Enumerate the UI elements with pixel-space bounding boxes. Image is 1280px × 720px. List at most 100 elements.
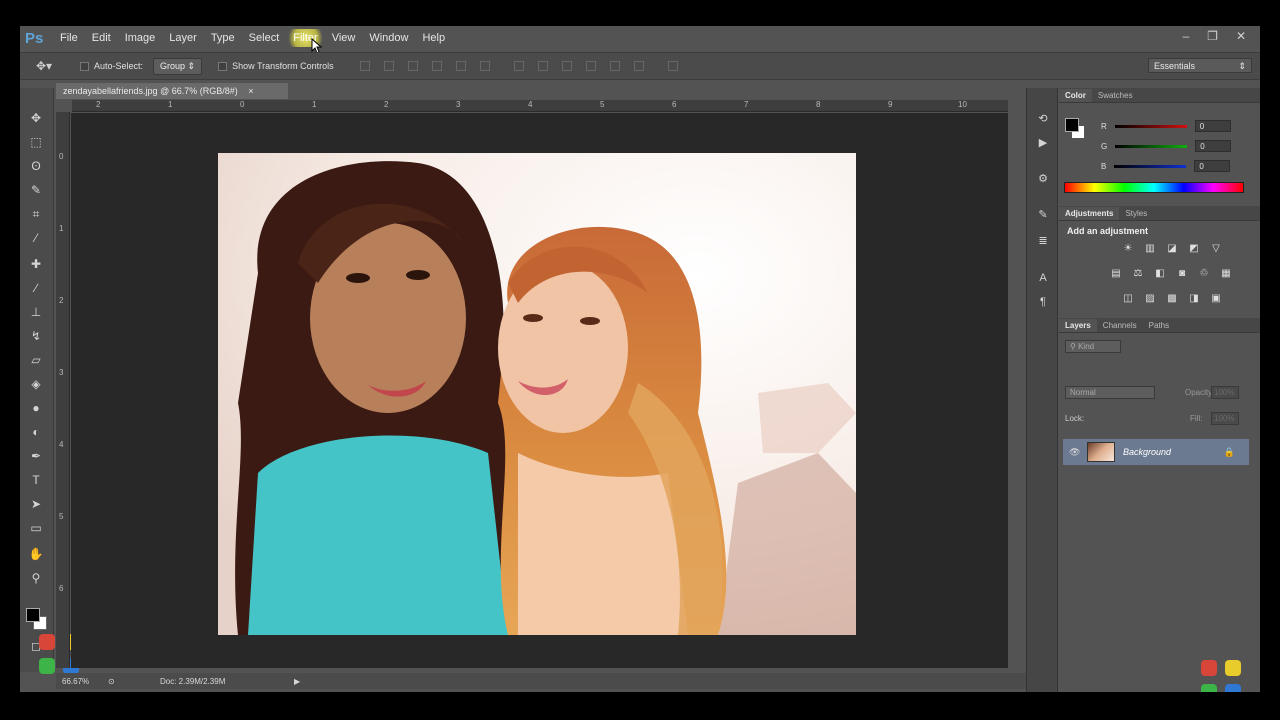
canvas-area[interactable]: [71, 113, 1008, 668]
menu-view[interactable]: View: [325, 29, 363, 47]
crop-tool-icon[interactable]: ⌗: [27, 206, 45, 222]
brightness-icon[interactable]: ☀: [1121, 243, 1135, 255]
opacity-field[interactable]: 100%: [1211, 386, 1239, 399]
lasso-tool-icon[interactable]: ʘ: [27, 158, 45, 174]
history-icon[interactable]: ⟲: [1035, 112, 1051, 125]
pen-tool-icon[interactable]: ✒: [27, 448, 45, 464]
exposure-icon[interactable]: ◩: [1187, 243, 1201, 255]
move-tool-icon[interactable]: ✥: [27, 110, 45, 126]
distribute-hcenter-icon[interactable]: [609, 61, 620, 71]
actions-play-icon[interactable]: ▶: [1035, 136, 1051, 149]
brush-tool-icon[interactable]: ∕: [27, 280, 45, 296]
align-hcenter-icon[interactable]: [455, 61, 466, 71]
marquee-tool-icon[interactable]: ⬚: [27, 134, 45, 150]
align-right-icon[interactable]: [479, 61, 490, 71]
fill-field[interactable]: 100%: [1211, 412, 1239, 425]
selective-color-icon[interactable]: ▣: [1209, 293, 1223, 305]
properties-icon[interactable]: ⚙: [1035, 172, 1051, 185]
document-tab[interactable]: zendayabellafriends.jpg @ 66.7% (RGB/8#)…: [56, 83, 288, 99]
hand-tool-icon[interactable]: ✋: [27, 546, 45, 562]
value-b[interactable]: 0: [1194, 160, 1231, 172]
status-info-icon[interactable]: ⊙: [108, 677, 120, 686]
eyedropper-tool-icon[interactable]: ⁄: [27, 230, 45, 246]
distribute-top-icon[interactable]: [513, 61, 524, 71]
slider-g[interactable]: [1115, 144, 1188, 148]
value-r[interactable]: 0: [1194, 120, 1231, 132]
paint-bucket-tool-icon[interactable]: ◈: [27, 376, 45, 392]
hue-saturation-icon[interactable]: ▤: [1109, 268, 1123, 280]
eraser-tool-icon[interactable]: ▱: [27, 352, 45, 368]
value-g[interactable]: 0: [1195, 140, 1232, 152]
healing-brush-tool-icon[interactable]: ✚: [27, 256, 45, 272]
menu-type[interactable]: Type: [204, 29, 242, 47]
color-foreground-swatch[interactable]: [1065, 118, 1079, 132]
curves-icon[interactable]: ◪: [1165, 243, 1179, 255]
photo-filter-icon[interactable]: ◙: [1175, 268, 1189, 280]
channel-mixer-icon[interactable]: ♲: [1197, 268, 1211, 280]
tab-adjustments[interactable]: Adjustments: [1059, 207, 1120, 220]
slider-r[interactable]: [1114, 124, 1187, 128]
type-tool-icon[interactable]: T: [27, 472, 45, 488]
tab-channels[interactable]: Channels: [1097, 319, 1143, 332]
zoom-level[interactable]: 66.67%: [62, 677, 102, 686]
menu-image[interactable]: Image: [118, 29, 163, 47]
invert-icon[interactable]: ◫: [1121, 293, 1135, 305]
restore-button[interactable]: ❐: [1207, 29, 1218, 43]
blur-tool-icon[interactable]: ●: [27, 400, 45, 416]
zoom-tool-icon[interactable]: ⚲: [27, 570, 45, 586]
menu-edit[interactable]: Edit: [85, 29, 118, 47]
menu-file[interactable]: File: [53, 29, 85, 47]
distribute-left-icon[interactable]: [585, 61, 596, 71]
layer-row-background[interactable]: 👁 Background 🔒: [1063, 439, 1249, 465]
paragraph-icon[interactable]: ¶: [1035, 296, 1051, 308]
dodge-tool-icon[interactable]: ◐: [27, 424, 45, 440]
auto-select-checkbox[interactable]: [80, 61, 89, 71]
eye-visibility-icon[interactable]: 👁: [1069, 447, 1080, 458]
auto-align-icon[interactable]: [667, 61, 678, 71]
blend-mode-dropdown[interactable]: Normal: [1065, 386, 1155, 399]
character-icon[interactable]: A: [1035, 272, 1051, 284]
quick-select-tool-icon[interactable]: ✎: [27, 182, 45, 198]
path-selection-tool-icon[interactable]: ➤: [27, 496, 45, 512]
gradient-map-icon[interactable]: ◨: [1187, 293, 1201, 305]
align-bottom-icon[interactable]: [407, 61, 418, 71]
document-image[interactable]: [218, 153, 856, 635]
color-lookup-icon[interactable]: ▦: [1219, 268, 1233, 280]
black-white-icon[interactable]: ◧: [1153, 268, 1167, 280]
slider-b[interactable]: [1114, 164, 1187, 168]
threshold-icon[interactable]: ▩: [1165, 293, 1179, 305]
vibrance-icon[interactable]: ▽: [1209, 243, 1223, 255]
align-vcenter-icon[interactable]: [383, 61, 394, 71]
history-brush-tool-icon[interactable]: ↯: [27, 328, 45, 344]
tab-paths[interactable]: Paths: [1143, 319, 1175, 332]
align-top-icon[interactable]: [359, 61, 370, 71]
menu-help[interactable]: Help: [415, 29, 452, 47]
menu-layer[interactable]: Layer: [162, 29, 204, 47]
auto-select-dropdown[interactable]: Group ⇕: [153, 57, 203, 75]
levels-icon[interactable]: ▥: [1143, 243, 1157, 255]
distribute-bottom-icon[interactable]: [561, 61, 572, 71]
kind-filter-dropdown[interactable]: ⚲ Kind: [1065, 340, 1121, 353]
brush-presets-icon[interactable]: ✎: [1035, 208, 1051, 221]
distribute-right-icon[interactable]: [633, 61, 644, 71]
rectangle-tool-icon[interactable]: ▭: [27, 520, 45, 536]
show-transform-checkbox[interactable]: [218, 61, 228, 71]
move-tool-preset-icon[interactable]: ✥▾: [36, 59, 64, 73]
close-tab-icon[interactable]: ×: [248, 86, 253, 96]
distribute-vcenter-icon[interactable]: [537, 61, 548, 71]
close-button[interactable]: ✕: [1236, 29, 1246, 43]
posterize-icon[interactable]: ▨: [1143, 293, 1157, 305]
menu-select[interactable]: Select: [242, 29, 287, 47]
status-arrow-icon[interactable]: ▶: [294, 677, 300, 686]
minimize-button[interactable]: –: [1182, 29, 1189, 43]
clone-stamp-tool-icon[interactable]: ⊥: [27, 304, 45, 320]
color-spectrum[interactable]: [1064, 182, 1244, 193]
tab-styles[interactable]: Styles: [1119, 207, 1153, 220]
foreground-color-swatch[interactable]: [26, 608, 40, 622]
brush-settings-icon[interactable]: ≣: [1035, 234, 1051, 247]
color-balance-icon[interactable]: ⚖: [1131, 268, 1145, 280]
menu-window[interactable]: Window: [362, 29, 415, 47]
workspace-dropdown[interactable]: Essentials ⇕: [1148, 58, 1252, 73]
layer-name[interactable]: Background: [1123, 447, 1171, 457]
align-left-icon[interactable]: [431, 61, 442, 71]
